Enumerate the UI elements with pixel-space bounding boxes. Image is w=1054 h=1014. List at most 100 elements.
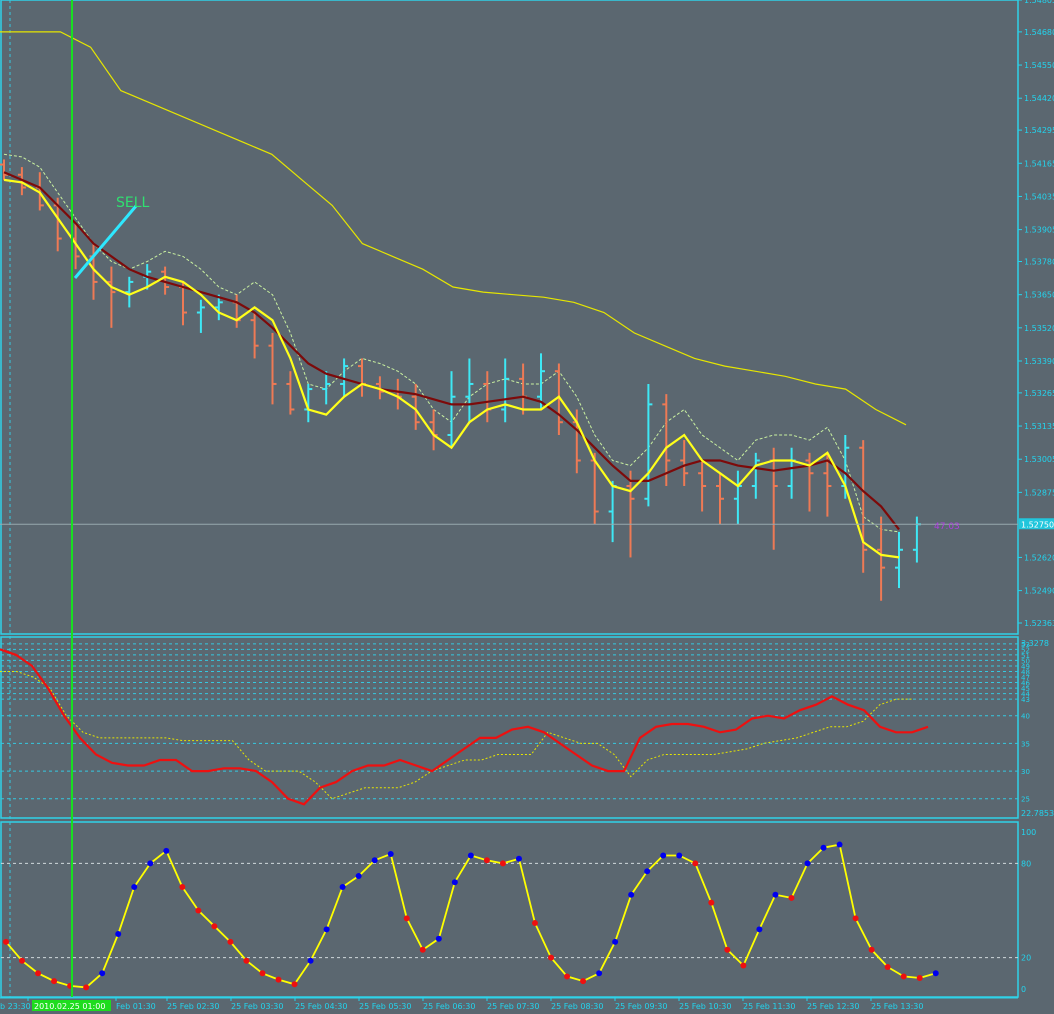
stochastic-dot bbox=[596, 970, 603, 977]
stochastic-dot bbox=[868, 946, 875, 953]
stochastic-dot bbox=[676, 852, 683, 859]
stochastic-dot bbox=[820, 844, 827, 851]
stochastic-dot bbox=[916, 975, 923, 982]
time-label: 25 Feb 08:30 bbox=[551, 1002, 603, 1011]
stochastic-dot bbox=[131, 883, 138, 890]
stochastic-dot bbox=[19, 957, 26, 964]
stochastic-dot bbox=[83, 984, 90, 991]
stoch-tick-label: 100 bbox=[1021, 828, 1036, 837]
price-tick-label: 1.53780 bbox=[1024, 257, 1054, 266]
stochastic-dot bbox=[756, 926, 763, 933]
stochastic-dot bbox=[179, 883, 186, 890]
adx-tick-label: 25 bbox=[1021, 796, 1030, 804]
time-label: 25 Feb 12:30 bbox=[807, 1002, 859, 1011]
stochastic-dot bbox=[531, 920, 538, 927]
price-tick-label: 1.53135 bbox=[1024, 422, 1054, 431]
stoch-tick-label: 0 bbox=[1021, 985, 1026, 994]
price-annotation: 47.03 bbox=[934, 522, 960, 532]
time-label: b 23:30 bbox=[0, 1002, 31, 1011]
stochastic-dot bbox=[548, 954, 555, 961]
stochastic-dot bbox=[419, 946, 426, 953]
stochastic-dot bbox=[580, 978, 587, 985]
stoch-tick-label: 20 bbox=[1021, 954, 1031, 963]
time-label: 25 Feb 03:30 bbox=[231, 1002, 283, 1011]
price-tick-label: 1.54805 bbox=[1024, 0, 1054, 5]
stochastic-dot bbox=[692, 860, 699, 867]
time-label: 25 Feb 07:30 bbox=[487, 1002, 539, 1011]
stochastic-dot bbox=[724, 946, 731, 953]
time-label: 25 Feb 13:30 bbox=[871, 1002, 923, 1011]
stochastic-dot bbox=[483, 857, 490, 864]
price-tick-label: 1.53905 bbox=[1024, 226, 1054, 235]
time-label: Feb 01:30 bbox=[116, 1002, 156, 1011]
stochastic-dot bbox=[884, 964, 891, 971]
stochastic-dot bbox=[227, 938, 234, 945]
stochastic-dot bbox=[804, 860, 811, 867]
stochastic-dot bbox=[35, 970, 42, 977]
sell-signal-label: SELL bbox=[116, 195, 150, 211]
adx-top-label: 3.3278 bbox=[1021, 639, 1049, 648]
time-label: 25 Feb 04:30 bbox=[295, 1002, 347, 1011]
stochastic-dot bbox=[115, 931, 122, 938]
stochastic-dot bbox=[403, 915, 410, 922]
stochastic-dot bbox=[499, 860, 506, 867]
price-tick-label: 1.52875 bbox=[1024, 488, 1054, 497]
price-tick-label: 1.53265 bbox=[1024, 389, 1054, 398]
current-price-label: 1.52750 bbox=[1021, 520, 1054, 529]
stochastic-dot bbox=[852, 915, 859, 922]
adx-bottom-label: 22.7853 bbox=[1021, 809, 1054, 818]
stochastic-dot bbox=[275, 976, 282, 983]
stochastic-dot bbox=[515, 855, 522, 862]
price-tick-label: 1.54680 bbox=[1024, 28, 1054, 37]
price-tick-label: 1.54295 bbox=[1024, 126, 1054, 135]
time-label: 25 Feb 02:30 bbox=[167, 1002, 219, 1011]
stochastic-dot bbox=[147, 860, 154, 867]
stochastic-dot bbox=[355, 872, 362, 879]
stoch-tick-label: 80 bbox=[1021, 859, 1031, 868]
stochastic-dot bbox=[371, 857, 378, 864]
stochastic-dot bbox=[243, 957, 250, 964]
stochastic-dot bbox=[788, 894, 795, 901]
stochastic-dot bbox=[3, 938, 9, 945]
price-tick-label: 1.54550 bbox=[1024, 61, 1054, 70]
stochastic-dot bbox=[900, 973, 907, 980]
adx-tick-label: 30 bbox=[1021, 768, 1030, 776]
stochastic-dot bbox=[612, 938, 619, 945]
adx-tick-label: 35 bbox=[1021, 740, 1030, 748]
price-tick-label: 1.54420 bbox=[1024, 94, 1054, 103]
stochastic-dot bbox=[291, 981, 298, 988]
stochastic-dot bbox=[644, 868, 651, 875]
stochastic-dot bbox=[51, 978, 58, 985]
stochastic-dot bbox=[435, 935, 442, 942]
stochastic-dot bbox=[772, 891, 779, 898]
stochastic-dot bbox=[932, 970, 939, 977]
stochastic-dot bbox=[307, 957, 314, 964]
stochastic-dot bbox=[339, 883, 346, 890]
stochastic-dot bbox=[628, 891, 635, 898]
stochastic-dot bbox=[163, 847, 170, 854]
price-tick-label: 1.52363 bbox=[1024, 619, 1054, 628]
price-tick-label: 1.54165 bbox=[1024, 159, 1054, 168]
stochastic-dot bbox=[387, 850, 394, 857]
stochastic-dot bbox=[564, 973, 571, 980]
stochastic-dot bbox=[836, 841, 843, 848]
trading-chart[interactable]: 1.52750 1.54805 1.54680 1.54550 1.54420 1.54… bbox=[0, 0, 1054, 1014]
stochastic-dot bbox=[211, 923, 218, 930]
time-label: 25 Feb 09:30 bbox=[615, 1002, 667, 1011]
time-label: 25 Feb 11:30 bbox=[743, 1002, 795, 1011]
stochastic-dot bbox=[259, 970, 266, 977]
time-highlight-label: 2010.02.25 01:00 bbox=[34, 1002, 105, 1011]
price-tick-label: 1.52490 bbox=[1024, 587, 1054, 596]
stochastic-dot bbox=[740, 962, 747, 969]
stochastic-dot bbox=[99, 970, 106, 977]
stochastic-dot bbox=[660, 852, 667, 859]
time-label: 25 Feb 06:30 bbox=[423, 1002, 475, 1011]
stochastic-dot bbox=[323, 926, 330, 933]
price-tick-label: 1.53005 bbox=[1024, 455, 1054, 464]
adx-tick-label: 40 bbox=[1021, 713, 1030, 721]
price-tick-label: 1.53390 bbox=[1024, 357, 1054, 366]
chart-background bbox=[0, 0, 1054, 1014]
time-label: 25 Feb 05:30 bbox=[359, 1002, 411, 1011]
time-label: 25 Feb 10:30 bbox=[679, 1002, 731, 1011]
price-tick-label: 1.52620 bbox=[1024, 553, 1054, 562]
